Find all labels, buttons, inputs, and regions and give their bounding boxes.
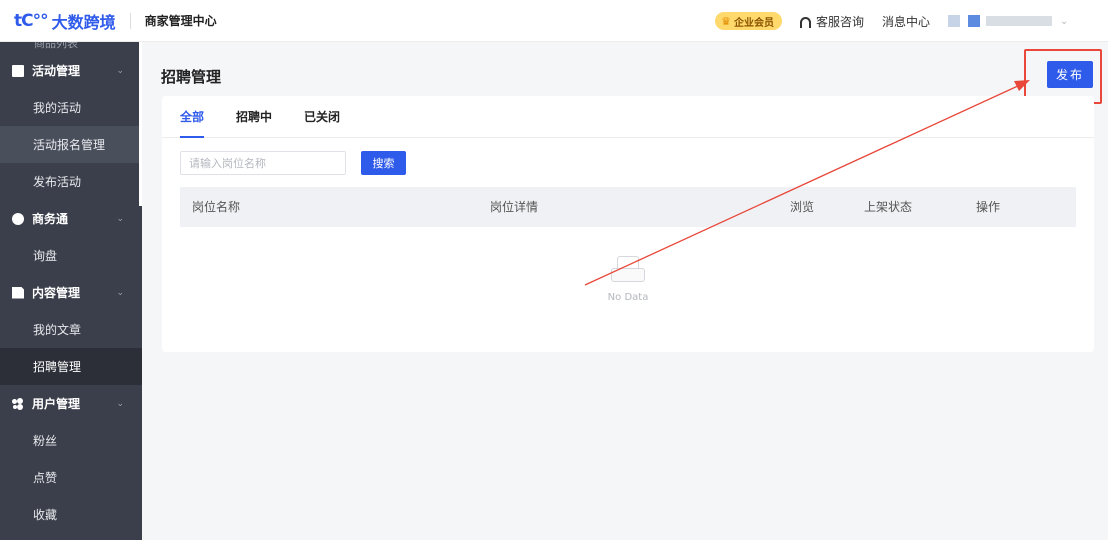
document-icon bbox=[12, 286, 24, 299]
headset-icon bbox=[799, 16, 811, 28]
sidebar-item-inquiry[interactable]: 询盘 bbox=[0, 237, 142, 274]
page-title: 招聘管理 bbox=[161, 68, 222, 86]
sidebar-group-activity[interactable]: 活动管理 ⌄ bbox=[0, 52, 142, 89]
empty-box-icon bbox=[611, 256, 645, 282]
sidebar-group-label: 商务通 bbox=[32, 212, 69, 226]
brand-logo[interactable]: tC°° 大数跨境 bbox=[14, 0, 116, 42]
sidebar-item-fans[interactable]: 粉丝 bbox=[0, 422, 142, 459]
sidebar-group-label: 用户管理 bbox=[32, 397, 81, 411]
chevron-down-icon: ⌄ bbox=[1060, 15, 1069, 27]
sidebar-item-product-list[interactable]: 商品列表 bbox=[0, 42, 142, 52]
sidebar-group-label: 内容管理 bbox=[32, 286, 81, 300]
sidebar-item-my-articles[interactable]: 我的文章 bbox=[0, 311, 142, 348]
crown-icon: ♛ bbox=[721, 14, 731, 28]
sidebar-group-content[interactable]: 内容管理 ⌄ bbox=[0, 274, 142, 311]
sidebar-item-favorites[interactable]: 收藏 bbox=[0, 496, 142, 533]
logo-text: 大数跨境 bbox=[51, 12, 116, 32]
logo-mark-icon: tC°° bbox=[14, 10, 49, 31]
vip-badge[interactable]: ♛ 企业会员 bbox=[715, 12, 782, 30]
header-right: ♛ 企业会员 客服咨询 消息中心 ⌄ bbox=[715, 0, 1108, 42]
chevron-down-icon: ⌄ bbox=[116, 398, 124, 409]
sidebar-group-business[interactable]: 商务通 ⌄ bbox=[0, 200, 142, 237]
search-row: 搜索 bbox=[180, 151, 406, 175]
status-tabs: 全部 招聘中 已关闭 bbox=[162, 96, 1094, 138]
column-position-details: 岗位详情 bbox=[490, 200, 539, 214]
sidebar-item-activity-signups[interactable]: 活动报名管理 bbox=[0, 126, 142, 163]
sidebar: 商品列表 活动管理 ⌄ 我的活动 活动报名管理 发布活动 商务通 ⌄ 询盘 内容… bbox=[0, 42, 142, 540]
users-icon bbox=[12, 397, 24, 410]
sidebar-group-label: 活动管理 bbox=[32, 64, 81, 78]
sidebar-item-my-activities[interactable]: 我的活动 bbox=[0, 89, 142, 126]
recruitment-panel: 全部 招聘中 已关闭 搜索 岗位名称 岗位详情 浏览 上架状态 操作 No Da… bbox=[162, 96, 1094, 352]
position-search-input[interactable] bbox=[180, 151, 346, 175]
empty-text: No Data bbox=[607, 292, 649, 303]
tab-closed[interactable]: 已关闭 bbox=[304, 95, 340, 137]
chevron-down-icon: ⌄ bbox=[116, 287, 124, 298]
tab-recruiting[interactable]: 招聘中 bbox=[236, 95, 272, 137]
book-icon bbox=[12, 64, 24, 77]
chevron-down-icon: ⌄ bbox=[116, 65, 124, 76]
user-mark bbox=[968, 15, 980, 27]
main-content: 招聘管理 发布 全部 招聘中 已关闭 搜索 岗位名称 岗位详情 浏览 上架状态 … bbox=[142, 42, 1108, 540]
column-listing-status: 上架状态 bbox=[864, 200, 913, 214]
empty-state: No Data bbox=[162, 256, 1094, 303]
sidebar-item-publish-activity[interactable]: 发布活动 bbox=[0, 163, 142, 200]
column-views: 浏览 bbox=[790, 200, 815, 214]
center-title: 商家管理中心 bbox=[144, 14, 217, 28]
customer-service-link[interactable]: 客服咨询 bbox=[799, 13, 864, 30]
column-actions: 操作 bbox=[976, 200, 1001, 214]
user-name-redacted bbox=[986, 16, 1052, 26]
chat-icon bbox=[12, 212, 24, 225]
column-position-name: 岗位名称 bbox=[192, 200, 241, 214]
top-bar: tC°° 大数跨境 商家管理中心 ♛ 企业会员 客服咨询 消息中心 ⌄ bbox=[0, 0, 1108, 42]
customer-service-label: 客服咨询 bbox=[815, 14, 864, 29]
sidebar-item-likes[interactable]: 点赞 bbox=[0, 459, 142, 496]
sidebar-group-users[interactable]: 用户管理 ⌄ bbox=[0, 385, 142, 422]
sidebar-item-recruitment[interactable]: 招聘管理 bbox=[0, 348, 142, 385]
header-divider bbox=[129, 12, 131, 29]
table-header: 岗位名称 岗位详情 浏览 上架状态 操作 bbox=[180, 187, 1076, 227]
avatar bbox=[948, 15, 960, 27]
tab-all[interactable]: 全部 bbox=[180, 95, 205, 138]
user-menu[interactable]: ⌄ bbox=[948, 11, 1108, 31]
chevron-down-icon: ⌄ bbox=[116, 213, 124, 224]
vip-label: 企业会员 bbox=[733, 17, 774, 29]
search-button[interactable]: 搜索 bbox=[361, 151, 406, 175]
message-center-link[interactable]: 消息中心 bbox=[882, 13, 930, 30]
message-center-label: 消息中心 bbox=[881, 14, 930, 29]
